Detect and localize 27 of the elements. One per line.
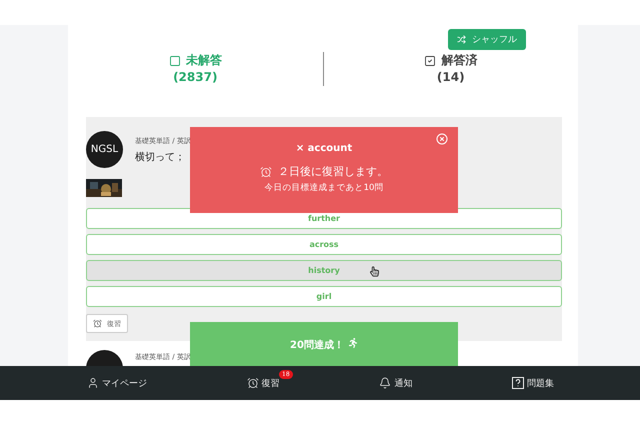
close-icon[interactable]: [436, 133, 448, 145]
achievement-text: 20問達成！: [290, 338, 344, 352]
help-icon: [512, 377, 524, 389]
bell-icon: [379, 377, 392, 389]
hand-pointer-icon: [370, 266, 379, 277]
shuffle-icon: [457, 35, 466, 44]
toast-message: ２日後に復習します。: [278, 164, 388, 179]
user-icon: [87, 377, 99, 389]
toast-title: × account: [296, 143, 352, 154]
tab-count: (14): [436, 69, 465, 86]
tab-count: (2837): [173, 69, 218, 86]
nav-item[interactable]: 復習: [246, 376, 280, 390]
alarm-clock-icon: [93, 319, 102, 328]
nav-item[interactable]: 問題集: [512, 376, 554, 390]
nav-item[interactable]: 通知: [379, 376, 412, 390]
tab-label: 解答済: [441, 52, 478, 69]
avatar: NGSL: [86, 131, 123, 168]
checkbox-icon: [168, 54, 181, 66]
runner-icon: [348, 338, 358, 348]
alarm-clock-icon: [246, 377, 259, 389]
goal-text: 今日の目標達成まであと10問: [264, 182, 384, 194]
nav-item[interactable]: マイページ: [87, 376, 147, 390]
tab[interactable]: 解答済 (14): [324, 52, 578, 86]
alarm-clock-icon: [260, 166, 272, 178]
question-text: 横切って；: [135, 150, 186, 164]
tab-label: 未解答: [186, 52, 222, 69]
checked-box-icon: [424, 54, 436, 66]
